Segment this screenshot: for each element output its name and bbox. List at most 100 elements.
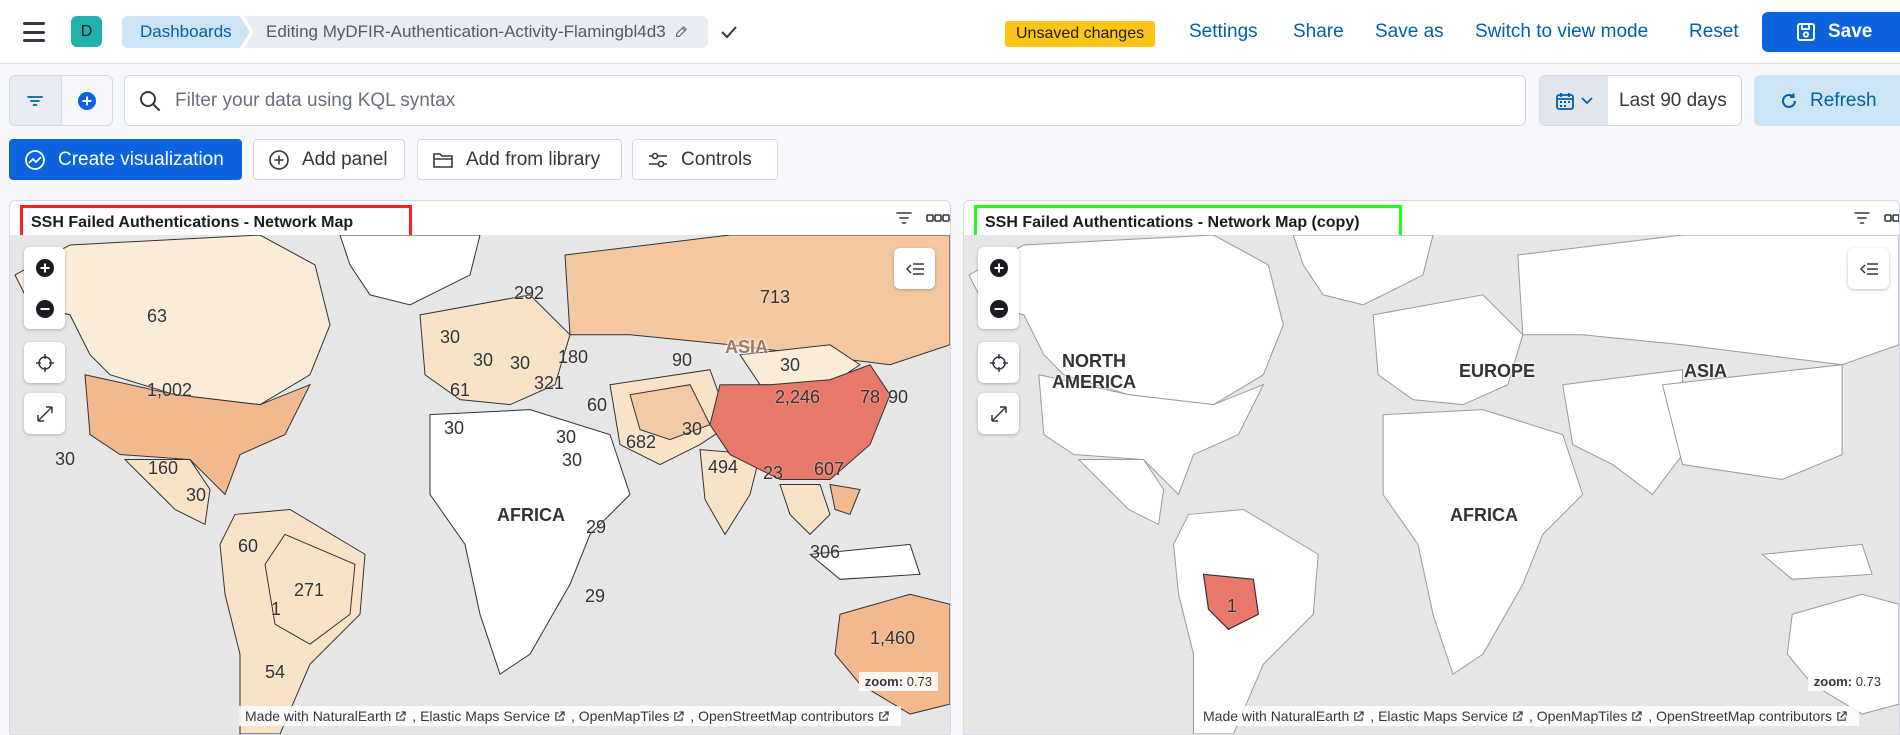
expand-icon: [990, 405, 1007, 422]
attribution-osm-link[interactable]: OpenStreetMap contributors: [698, 708, 874, 724]
expand-icon: [36, 405, 53, 422]
choropleth-map[interactable]: NORTH AMERICA EUROPE ASIA AFRICA 1 zoom: …: [964, 235, 1899, 734]
add-panel-button[interactable]: Add panel: [253, 139, 405, 180]
create-visualization-label: Create visualization: [58, 148, 224, 170]
controls-icon: [649, 152, 667, 167]
region-value: 607: [814, 459, 845, 479]
zoom-out-button[interactable]: [978, 288, 1019, 329]
region-value: 63: [147, 306, 168, 326]
legend-toggle-button[interactable]: [1848, 248, 1889, 289]
region-value: 30: [682, 419, 703, 439]
region-value: 30: [562, 450, 583, 470]
visualize-app-icon: [25, 149, 45, 170]
crosshair-icon: [35, 353, 54, 372]
crosshair-icon: [989, 353, 1008, 372]
date-range-value[interactable]: Last 90 days: [1608, 76, 1741, 125]
kql-search-bar[interactable]: [124, 75, 1526, 126]
fullscreen-button[interactable]: [24, 393, 65, 434]
breadcrumb-dashboards[interactable]: Dashboards: [122, 16, 250, 48]
date-quick-menu-button[interactable]: [1540, 76, 1608, 125]
attribution-ems-link[interactable]: Elastic Maps Service: [1378, 708, 1508, 724]
save-icon: [1797, 23, 1815, 41]
zoom-in-button[interactable]: [24, 247, 65, 288]
external-link-icon: [1837, 711, 1847, 721]
refresh-button[interactable]: Refresh: [1754, 75, 1900, 126]
continent-label: ASIA: [1684, 361, 1728, 381]
share-link[interactable]: Share: [1293, 21, 1344, 43]
save-as-link[interactable]: Save as: [1375, 21, 1444, 43]
region-value: 30: [556, 427, 577, 447]
attribution-osm-link[interactable]: OpenStreetMap contributors: [1656, 708, 1832, 724]
map-panel-original: SSH Failed Authentications - Network Map: [9, 200, 951, 735]
filter-menu-button[interactable]: [10, 76, 61, 125]
external-link-icon: [674, 711, 685, 721]
region-value: 713: [760, 287, 791, 307]
region-value: 90: [672, 350, 693, 370]
region-value: 61: [450, 380, 471, 400]
map-attribution: Made with NaturalEarth, Elastic Maps Ser…: [239, 706, 901, 726]
search-icon: [140, 90, 160, 111]
check-icon[interactable]: [718, 21, 740, 43]
fit-to-data-button[interactable]: [24, 342, 65, 383]
world-map-base: [964, 235, 1899, 734]
region-value: 23: [763, 463, 784, 483]
collapse-left-icon: [1859, 262, 1878, 275]
unsaved-changes-badge: Unsaved changes: [1005, 21, 1156, 47]
plus-circle-outline-icon: [269, 149, 289, 170]
attribution-openmaptiles-link[interactable]: OpenMapTiles: [1537, 708, 1628, 724]
switch-to-view-mode-link[interactable]: Switch to view mode: [1475, 21, 1648, 43]
region-value: 1,460: [870, 628, 916, 648]
region-value: 60: [238, 536, 259, 556]
attribution-openmaptiles-link[interactable]: OpenMapTiles: [579, 708, 670, 724]
external-link-icon: [1632, 711, 1643, 721]
refresh-label: Refresh: [1810, 89, 1877, 111]
hamburger-menu-icon[interactable]: [18, 18, 50, 46]
attribution-naturalearth-link[interactable]: Made with NaturalEarth: [245, 708, 391, 724]
add-filter-button[interactable]: [60, 76, 112, 125]
attribution-ems-link[interactable]: Elastic Maps Service: [420, 708, 550, 724]
region-value: 1: [1227, 596, 1238, 616]
panel-filter-icon[interactable]: [896, 211, 912, 225]
calendar-icon: [1556, 92, 1574, 110]
minus-circle-icon: [35, 299, 54, 318]
zoom-controls: [24, 247, 65, 329]
panel-options-icon[interactable]: [1884, 212, 1900, 224]
zoom-level-readout: zoom: 0.73: [858, 672, 938, 691]
region-value: 30: [510, 353, 531, 373]
fit-to-data-button[interactable]: [978, 342, 1019, 383]
zoom-in-button[interactable]: [978, 247, 1019, 288]
legend-toggle-button[interactable]: [894, 248, 935, 289]
panel-options-icon[interactable]: [926, 212, 950, 224]
search-input[interactable]: [175, 89, 1475, 112]
breadcrumb-current[interactable]: Editing MyDFIR-Authentication-Activity-F…: [244, 16, 708, 48]
fit-to-data-control: [24, 342, 65, 383]
space-avatar[interactable]: D: [71, 16, 102, 47]
panel-filter-icon[interactable]: [1854, 211, 1870, 225]
controls-button[interactable]: Controls: [632, 139, 778, 180]
region-value: 30: [473, 350, 494, 370]
region-value: 29: [586, 517, 607, 537]
date-picker: Last 90 days: [1539, 75, 1742, 126]
top-header: D Dashboards Editing MyDFIR-Authenticati…: [0, 0, 1900, 64]
fullscreen-button[interactable]: [978, 393, 1019, 434]
save-button[interactable]: Save: [1762, 12, 1900, 52]
pencil-icon[interactable]: [674, 25, 688, 39]
region-value: 2,246: [775, 387, 821, 407]
folder-icon: [433, 152, 453, 168]
zoom-out-button[interactable]: [24, 288, 65, 329]
plus-circle-icon: [989, 258, 1008, 277]
attribution-naturalearth-link[interactable]: Made with NaturalEarth: [1203, 708, 1349, 724]
external-link-icon: [396, 711, 406, 721]
chevron-down-icon: [1581, 96, 1593, 104]
settings-link[interactable]: Settings: [1189, 21, 1258, 43]
add-from-library-button[interactable]: Add from library: [417, 139, 622, 180]
choropleth-map[interactable]: AFRICA ASIA 713 63 292 1,002 90 30 180 3…: [10, 235, 950, 734]
zoom-level-key: zoom:: [1813, 674, 1853, 689]
region-value: 29: [585, 586, 606, 606]
region-value: 30: [780, 355, 801, 375]
fullscreen-control: [978, 393, 1019, 434]
refresh-icon: [1782, 93, 1796, 108]
region-value: 321: [534, 373, 565, 393]
create-visualization-button[interactable]: Create visualization: [9, 139, 242, 180]
reset-link[interactable]: Reset: [1689, 21, 1739, 43]
